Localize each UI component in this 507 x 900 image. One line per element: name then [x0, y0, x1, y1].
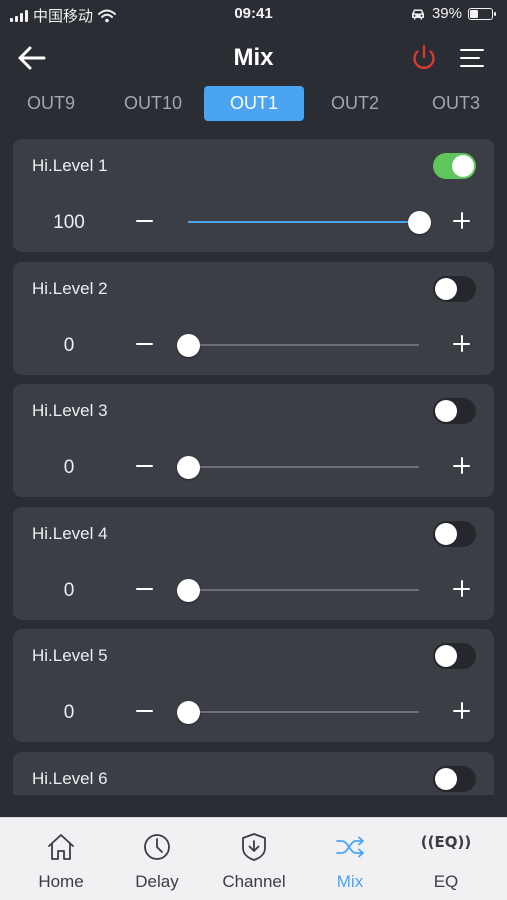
tab-out9[interactable]: OUT9	[1, 86, 101, 121]
channel-value: 0	[63, 457, 75, 478]
status-bar: 中国移动 09:41 39%	[0, 0, 507, 28]
toggle-knob	[435, 768, 457, 790]
slider-thumb[interactable]	[177, 456, 200, 479]
channel-card: Hi.Level 2 0	[13, 262, 494, 375]
channel-label: Hi.Level 5	[32, 646, 108, 665]
eq-icon: ((EQ))	[420, 833, 472, 851]
increase-button[interactable]	[449, 698, 475, 724]
car-icon	[411, 9, 424, 19]
channel-value: 0	[63, 335, 75, 356]
tab-out10[interactable]: OUT10	[103, 86, 203, 121]
increase-button[interactable]	[449, 576, 475, 602]
channel-list[interactable]: Hi.Level 1 100 Hi.Level 2 0 Hi.Level 3 0…	[13, 139, 494, 795]
home-icon	[48, 834, 74, 860]
decrease-button[interactable]	[132, 208, 158, 234]
channel-label: Hi.Level 4	[32, 524, 108, 543]
level-slider[interactable]	[188, 211, 431, 234]
toggle-knob	[435, 278, 457, 300]
battery-percent: 39%	[431, 5, 462, 22]
tab-out3[interactable]: OUT3	[406, 86, 506, 121]
tab-out2[interactable]: OUT2	[305, 86, 405, 121]
channel-value: 0	[63, 702, 75, 723]
slider-thumb[interactable]	[177, 701, 200, 724]
channel-toggle[interactable]	[433, 153, 476, 179]
battery-icon	[468, 7, 496, 20]
slider-thumb[interactable]	[177, 579, 200, 602]
channel-label: Hi.Level 3	[32, 401, 108, 420]
channel-card: Hi.Level 5 0	[13, 629, 494, 742]
channel-label: Hi.Level 2	[32, 279, 108, 298]
tab-label: Delay	[135, 872, 179, 891]
slider-thumb[interactable]	[177, 334, 200, 357]
channel-card: Hi.Level 4 0	[13, 507, 494, 620]
decrease-button[interactable]	[132, 576, 158, 602]
channel-shield-icon	[242, 833, 266, 861]
channel-toggle[interactable]	[433, 521, 476, 547]
channel-card: Hi.Level 1 100	[13, 139, 494, 252]
tab-delay[interactable]: Delay	[107, 818, 207, 900]
channel-toggle[interactable]	[433, 276, 476, 302]
decrease-button[interactable]	[132, 453, 158, 479]
tab-label: Channel	[222, 872, 286, 891]
increase-button[interactable]	[449, 208, 475, 234]
tab-out1[interactable]: OUT1	[204, 86, 304, 121]
menu-button[interactable]	[455, 40, 491, 76]
clock-icon	[144, 834, 170, 860]
channel-toggle[interactable]	[433, 398, 476, 424]
level-slider[interactable]	[177, 456, 419, 479]
decrease-button[interactable]	[132, 698, 158, 724]
toggle-knob	[435, 645, 457, 667]
tab-channel[interactable]: Channel	[204, 818, 304, 900]
power-button[interactable]	[406, 40, 442, 76]
increase-button[interactable]	[449, 453, 475, 479]
channel-label: Hi.Level 1	[32, 156, 108, 175]
arrow-left-icon	[18, 46, 46, 70]
channel-card: Hi.Level 6	[13, 752, 494, 795]
toggle-knob	[452, 155, 474, 177]
output-tabs: OUT9 OUT10 OUT1 OUT2 OUT3	[0, 86, 507, 122]
status-right: 39%	[410, 5, 496, 22]
tab-label: Mix	[336, 872, 364, 891]
tab-label: Home	[38, 872, 84, 891]
increase-button[interactable]	[449, 331, 475, 357]
tab-label: EQ	[433, 872, 459, 891]
slider-track	[188, 589, 419, 591]
channel-label: Hi.Level 6	[32, 769, 108, 788]
nav-bar: Mix	[0, 36, 507, 80]
channel-value: 100	[53, 212, 85, 233]
level-slider[interactable]	[177, 334, 419, 357]
channel-toggle[interactable]	[433, 643, 476, 669]
channel-card: Hi.Level 3 0	[13, 384, 494, 497]
level-slider[interactable]	[177, 701, 419, 724]
slider-fill	[188, 221, 419, 223]
slider-thumb[interactable]	[408, 211, 431, 234]
decrease-button[interactable]	[132, 331, 158, 357]
channel-value: 0	[63, 580, 75, 601]
back-button[interactable]	[14, 40, 50, 76]
tab-eq[interactable]: ((EQ)) EQ	[396, 818, 496, 900]
channel-toggle[interactable]	[433, 766, 476, 792]
slider-track	[188, 711, 419, 713]
bottom-tab-bar: Home Delay Channel Mix ((EQ)) EQ	[0, 817, 507, 900]
toggle-knob	[435, 523, 457, 545]
power-icon	[413, 44, 435, 70]
tab-home[interactable]: Home	[11, 818, 111, 900]
menu-icon	[460, 49, 484, 67]
slider-track	[188, 466, 419, 468]
toggle-knob	[435, 400, 457, 422]
tab-mix[interactable]: Mix	[300, 818, 400, 900]
level-slider[interactable]	[177, 579, 419, 602]
shuffle-icon	[336, 836, 364, 858]
slider-track	[188, 344, 419, 346]
